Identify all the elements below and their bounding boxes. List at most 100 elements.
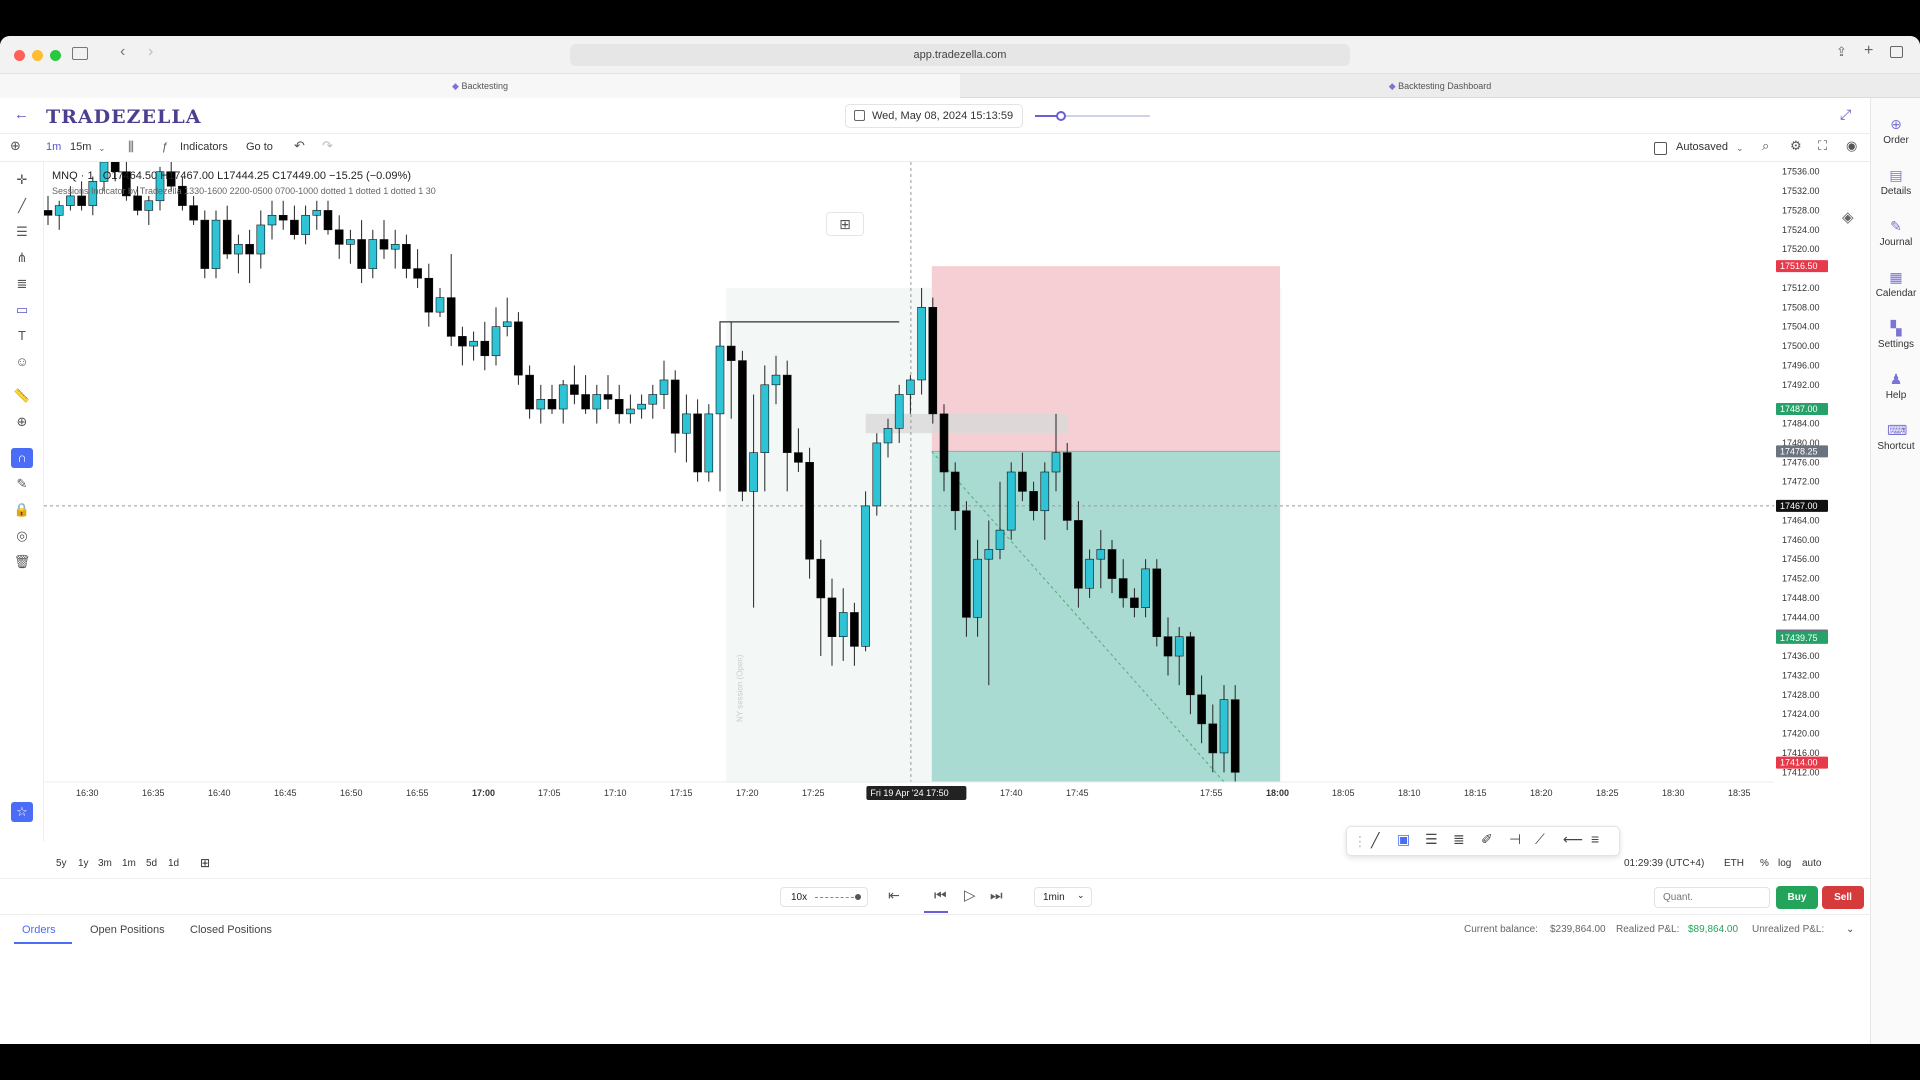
new-tab-icon[interactable]: +	[1864, 42, 1873, 60]
search-icon[interactable]: ⌕	[1762, 138, 1769, 154]
replay-date-picker[interactable]: Wed, May 08, 2024 15:13:59	[845, 104, 1023, 128]
timeframe-1d[interactable]: 1d	[168, 858, 179, 869]
forward-icon[interactable]: ›	[148, 43, 153, 61]
expand-icon[interactable]: ⤢	[1840, 106, 1851, 123]
candle[interactable]	[458, 336, 467, 347]
candle[interactable]	[1118, 578, 1128, 599]
path-tool-icon[interactable]: ⟋	[1535, 831, 1545, 848]
candle[interactable]	[1163, 636, 1173, 657]
candle[interactable]	[480, 340, 490, 357]
candle[interactable]	[491, 326, 501, 357]
candle[interactable]	[950, 471, 960, 512]
speed-slider-handle[interactable]	[855, 894, 861, 900]
candle[interactable]	[659, 379, 669, 395]
candle[interactable]	[603, 394, 613, 400]
favorites-star-icon[interactable]: ☆	[11, 802, 33, 822]
sell-button[interactable]: Sell	[1822, 886, 1864, 909]
pitchfork-icon[interactable]: ⋔	[11, 248, 33, 268]
eye-icon[interactable]: ◎	[11, 526, 33, 546]
indicator-legend[interactable]: Sessions Indicator by Tradezella 1330-16…	[52, 186, 436, 196]
candle[interactable]	[1085, 558, 1094, 589]
candle[interactable]	[1107, 549, 1117, 579]
candle[interactable]	[44, 210, 53, 216]
chevron-down-icon[interactable]: ⌄	[1736, 143, 1744, 154]
candle[interactable]	[256, 224, 266, 255]
candle[interactable]	[402, 244, 411, 269]
candle[interactable]	[693, 413, 702, 473]
emoji-icon[interactable]: ☺	[11, 352, 33, 372]
candle[interactable]	[1029, 491, 1038, 512]
candle[interactable]	[211, 219, 221, 269]
ruler-icon[interactable]: 📏	[11, 386, 33, 406]
candle[interactable]	[570, 384, 579, 395]
timeframe-1m[interactable]: 1m	[122, 858, 136, 869]
candle[interactable]	[592, 394, 602, 410]
candle[interactable]	[222, 219, 232, 255]
candle[interactable]	[1230, 699, 1240, 773]
candle[interactable]	[54, 205, 64, 216]
candle[interactable]	[547, 399, 557, 410]
address-bar[interactable]: app.tradezella.com	[570, 44, 1350, 66]
candle[interactable]	[995, 529, 1005, 550]
replay-interval-select[interactable]: 1min ⌄	[1034, 887, 1092, 907]
candle[interactable]	[502, 321, 512, 327]
tab-orders[interactable]: Orders	[22, 924, 56, 936]
candle[interactable]	[1186, 636, 1195, 696]
stay-drawing-icon[interactable]: ✎	[11, 474, 33, 494]
tab-closed-positions[interactable]: Closed Positions	[190, 924, 272, 936]
drag-handle-icon[interactable]: ⋮	[1353, 833, 1367, 850]
candle[interactable]	[794, 452, 803, 463]
chevron-down-icon[interactable]: ⌄	[1846, 924, 1854, 935]
candle[interactable]	[1018, 471, 1027, 492]
sidebar-item-help[interactable]: ♟ Help	[1871, 371, 1920, 401]
speed-control[interactable]: 10x	[780, 887, 868, 907]
zoom-icon[interactable]: ⊕	[11, 412, 33, 432]
sidebar-item-shortcut[interactable]: ⌨ Shortcut	[1871, 422, 1920, 452]
candle[interactable]	[749, 452, 758, 492]
candle[interactable]	[1219, 699, 1229, 754]
candle[interactable]	[939, 413, 949, 473]
fullscreen-icon[interactable]: ⛶	[1818, 138, 1827, 154]
layers-icon[interactable]: ◈	[1842, 208, 1854, 226]
log-scale-toggle[interactable]: log	[1778, 858, 1791, 869]
candle[interactable]	[514, 321, 523, 376]
candle[interactable]	[446, 297, 456, 337]
symbol-label[interactable]: MNQ · 1	[52, 170, 94, 182]
candle[interactable]	[1174, 636, 1184, 657]
candle[interactable]	[469, 340, 478, 347]
browser-tab-dashboard[interactable]: ◆ Backtesting Dashboard	[960, 74, 1920, 98]
browser-tab-backtesting[interactable]: ◆ Backtesting	[0, 74, 960, 98]
candle[interactable]	[267, 214, 277, 226]
candle[interactable]	[928, 307, 938, 415]
candle[interactable]	[301, 214, 310, 235]
sidebar-item-order[interactable]: ⊕ Order	[1871, 116, 1920, 146]
candle[interactable]	[872, 442, 882, 507]
tab-overview-icon[interactable]	[1890, 46, 1903, 58]
candle[interactable]	[1152, 568, 1162, 637]
interval-1m-button[interactable]: 1m	[46, 141, 61, 153]
tab-open-positions[interactable]: Open Positions	[90, 924, 165, 936]
auto-scale-toggle[interactable]: auto	[1802, 858, 1821, 869]
candle[interactable]	[133, 195, 142, 211]
fib-icon[interactable]: ≣	[11, 274, 33, 294]
timeframe-5d[interactable]: 5d	[146, 858, 157, 869]
candle[interactable]	[390, 244, 400, 250]
candle[interactable]	[1074, 520, 1083, 589]
chevron-down-icon[interactable]: ⌄	[98, 143, 106, 154]
candle[interactable]	[637, 403, 646, 410]
maximize-window-button[interactable]	[50, 50, 61, 61]
candle[interactable]	[984, 549, 994, 560]
candle[interactable]	[346, 239, 355, 245]
candle[interactable]	[234, 244, 243, 255]
candle[interactable]	[278, 214, 288, 221]
sidebar-item-details[interactable]: ▤ Details	[1871, 167, 1920, 197]
speed-slider[interactable]	[815, 897, 859, 898]
close-window-button[interactable]	[14, 50, 25, 61]
price-chart[interactable]: 17536.00 17532.00 17528.00 17524.00 17520.00…	[44, 162, 1836, 852]
candle[interactable]	[334, 229, 344, 245]
candle[interactable]	[1040, 471, 1050, 512]
candle[interactable]	[917, 307, 926, 381]
candle[interactable]	[77, 195, 86, 206]
candle[interactable]	[726, 345, 736, 361]
more-tools-icon[interactable]: ≡	[1591, 831, 1599, 847]
